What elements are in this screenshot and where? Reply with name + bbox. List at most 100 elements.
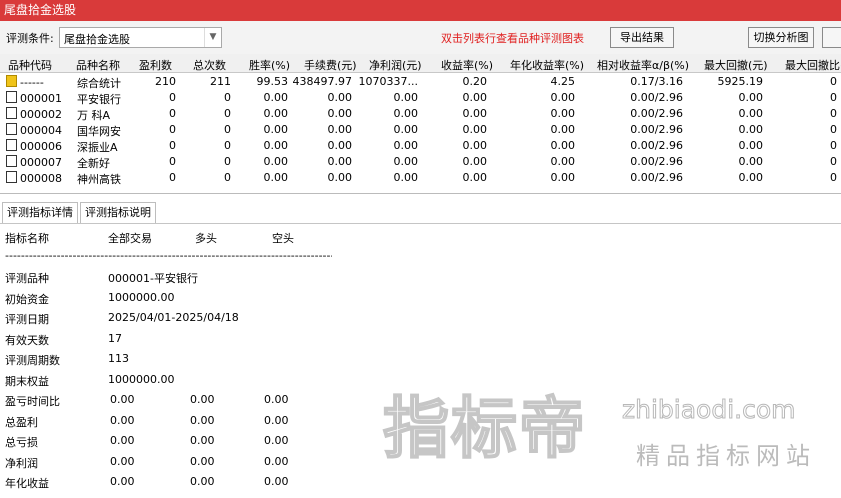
row-ab: 0.00/2.96 [630,155,683,168]
checkbox-icon[interactable] [6,123,17,135]
detail-value: 000001-平安银行 [108,272,198,285]
col-rate[interactable]: 胜率(%) [249,57,290,73]
detail-col-all: 全部交易 [108,232,152,245]
col-profit[interactable]: 净利润(元) [369,57,422,73]
detail-label: 有效天数 [5,333,49,347]
condition-select[interactable]: 尾盘拾金选股 ▼ [59,27,222,48]
row-total: 0 [224,155,231,168]
row-fee: 0.00 [327,123,353,136]
row-win: 0 [169,155,176,168]
stat-long: 0.00 [190,393,215,406]
tab-detail[interactable]: 评测指标详情 [2,202,78,223]
row-dd: 0.00 [738,139,764,152]
row-ab: 0.17/3.16 [630,75,683,88]
row-rate: 0.00 [263,139,289,152]
summary-icon[interactable] [6,75,17,87]
table-row[interactable]: 000002 万 科A 0 0 0.00 0.00 0.00 0.00 0.00 0.00/2.9… [0,106,841,122]
row-annual: 0.00 [550,107,576,120]
row-ddr: 0 [830,91,837,104]
row-code: 000007 [6,155,62,169]
row-name: 平安银行 [77,93,121,106]
row-name: 综合统计 [77,77,121,90]
stat-all: 0.00 [110,393,135,406]
col-fee[interactable]: 手续费(元) [304,57,357,73]
switch-chart-button[interactable]: 切换分析图 [748,27,814,48]
table-row[interactable]: 000008 神州高铁 0 0 0.00 0.00 0.00 0.00 0.00 0.00/2.9… [0,170,841,186]
tab-explanation[interactable]: 评测指标说明 [80,202,156,223]
row-total: 0 [224,139,231,152]
row-dd: 0.00 [738,171,764,184]
detail-value: 113 [108,352,129,365]
checkbox-icon[interactable] [6,155,17,167]
row-ab: 0.00/2.96 [630,139,683,152]
table-row[interactable]: 000007 全新好 0 0 0.00 0.00 0.00 0.00 0.00 0.00/2.96… [0,154,841,170]
row-rate: 0.00 [263,123,289,136]
col-name[interactable]: 品种名称 [76,57,120,73]
detail-col-long: 多头 [195,232,217,245]
col-win[interactable]: 盈利数 [139,57,172,73]
detail-label: 评测品种 [5,272,49,285]
stat-all: 0.00 [110,454,135,468]
stat-label: 总盈利 [5,415,38,429]
row-rate: 0.00 [263,171,289,184]
row-annual: 0.00 [550,155,576,168]
checkbox-icon[interactable] [6,107,17,119]
row-annual: 0.00 [550,139,576,152]
detail-label: 初始资金 [5,292,49,306]
table-row[interactable]: 000004 国华网安 0 0 0.00 0.00 0.00 0.00 0.00 0.00/2.9… [0,122,841,138]
stat-label: 盈亏时间比 [5,395,60,408]
row-code: 000002 [6,107,62,121]
checkbox-icon[interactable] [6,171,17,183]
stat-short: 0.00 [264,393,289,406]
detail-label: 评测日期 [5,313,49,326]
row-dd: 0.00 [738,155,764,168]
stat-long: 0.00 [190,413,215,427]
row-ret: 0.00 [462,155,488,168]
extra-button[interactable] [822,27,841,48]
row-ret: 0.00 [462,171,488,184]
col-alpha-beta[interactable]: 相对收益率α/β(%) [597,57,689,73]
col-total[interactable]: 总次数 [193,57,226,73]
row-rate: 0.00 [263,155,289,168]
col-drawdown-ratio[interactable]: 最大回撤比( [785,57,841,73]
detail-label: 期末权益 [5,374,49,388]
col-code[interactable]: 品种代码 [8,57,52,73]
row-profit: 0.00 [393,107,419,120]
row-total: 0 [224,171,231,184]
row-ab: 0.00/2.96 [630,171,683,184]
table-row[interactable]: 000006 深振业A 0 0 0.00 0.00 0.00 0.00 0.00 0.00/2.9… [0,138,841,154]
col-annual[interactable]: 年化收益率(%) [510,57,584,73]
row-profit: 0.00 [393,139,419,152]
col-drawdown[interactable]: 最大回撤(元) [704,57,768,73]
table-row[interactable]: 000001 平安银行 0 0 0.00 0.00 0.00 0.00 0.00 0.00/2.9… [0,90,841,106]
row-code-text: 000004 [20,124,62,137]
row-annual: 0.00 [550,91,576,104]
row-ddr: 0 [830,139,837,152]
detail-label: 评测周期数 [5,354,60,367]
detail-value: 17 [108,331,122,345]
chevron-down-icon[interactable]: ▼ [204,28,221,47]
export-button[interactable]: 导出结果 [610,27,674,48]
hint-text: 双击列表行查看品种评测图表 [441,32,584,45]
stat-all: 0.00 [110,434,135,447]
row-total: 0 [224,123,231,136]
row-win: 0 [169,91,176,104]
row-total: 211 [210,75,231,88]
row-code-text: 000002 [20,108,62,121]
table-row[interactable]: ------ 综合统计 210 211 99.53 438497.97 1070337...… [0,74,841,90]
window-title: 尾盘拾金选股 [0,0,841,21]
stat-long: 0.00 [190,454,215,468]
detail-tabs: 评测指标详情 评测指标说明 [0,201,841,224]
col-return[interactable]: 收益率(%) [441,57,493,73]
detail-value: 1000000.00 [108,372,175,386]
watermark-slogan: 精品指标网站 [636,442,816,470]
checkbox-icon[interactable] [6,139,17,151]
row-dd: 0.00 [738,107,764,120]
checkbox-icon[interactable] [6,91,17,103]
row-total: 0 [224,107,231,120]
row-annual: 0.00 [550,123,576,136]
row-fee: 0.00 [327,155,353,168]
row-code: 000001 [6,91,62,105]
row-name: 全新好 [77,157,110,170]
row-ddr: 0 [830,75,837,88]
